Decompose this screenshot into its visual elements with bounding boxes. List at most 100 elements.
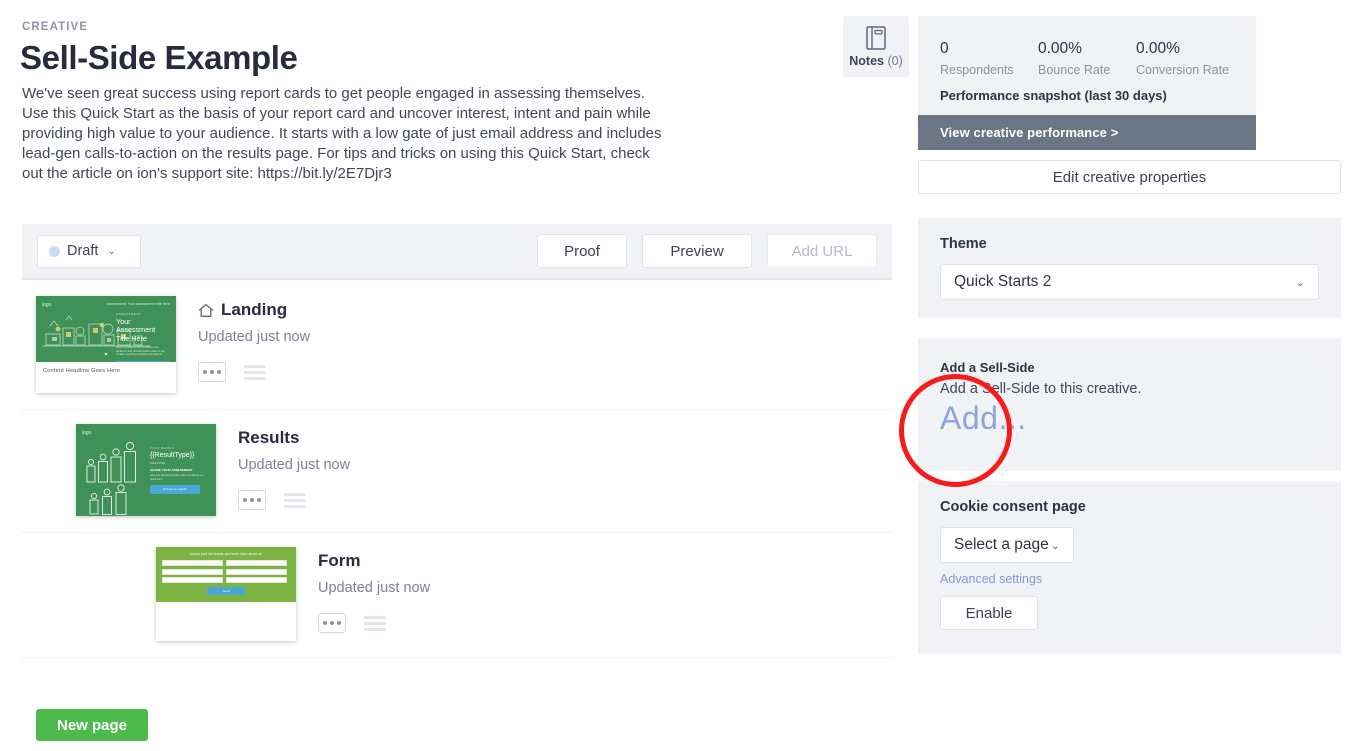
page-updated-text: Updated just now (238, 457, 350, 473)
page-options-button[interactable] (238, 490, 266, 510)
stat-label: Conversion Rate (1136, 63, 1234, 77)
performance-snapshot-card: 0 Respondents 0.00% Bounce Rate 0.00% Co… (918, 16, 1256, 150)
table-row[interactable]: Unlock your full results and learn more … (22, 533, 892, 658)
table-row[interactable]: logo (22, 410, 892, 533)
right-sidebar: Notes (0) 0 Respondents 0.00% Bounce Rat… (905, 0, 1349, 751)
cookie-consent-panel: Cookie consent page Select a page ⌄ Adva… (918, 481, 1341, 654)
theme-select[interactable]: Quick Starts 2 ⌄ (940, 264, 1319, 300)
chevron-down-icon: ⌄ (1296, 276, 1305, 289)
advanced-settings-link[interactable]: Advanced settings (918, 563, 1341, 586)
page-title-text: Landing (221, 300, 287, 320)
page-thumbnail-landing[interactable]: logo Assessment: Your assessment title h… (36, 296, 176, 393)
enable-button[interactable]: Enable (940, 596, 1038, 630)
page-title: Sell-Side Example (20, 38, 298, 78)
edit-creative-properties-button[interactable]: Edit creative properties (918, 160, 1341, 194)
notes-count: (0) (887, 54, 902, 68)
drag-handle-icon[interactable] (364, 616, 386, 631)
performance-stats: 0 Respondents 0.00% Bounce Rate 0.00% Co… (918, 16, 1256, 77)
home-icon (198, 303, 214, 318)
thumbnail-headline: Your Assessment Title Here (116, 318, 170, 343)
thumbnail-cta-button: Unlock my results (150, 485, 200, 493)
thumbnail-cta-button: Send (207, 587, 245, 595)
breadcrumb-creative: CREATIVE (22, 21, 88, 33)
thumbnail-hero: logo Assessment: Your assessment title h… (36, 296, 176, 362)
page-list: logo Assessment: Your assessment title h… (22, 282, 892, 658)
drag-handle-icon[interactable] (284, 493, 306, 508)
thumbnail-subhead: RESULTING (150, 462, 210, 465)
notes-button[interactable]: Notes (0) (843, 16, 909, 77)
preview-button[interactable]: Preview (642, 234, 752, 268)
page-thumbnail-form[interactable]: Unlock your full results and learn more … (156, 547, 296, 641)
new-page-button[interactable]: New page (36, 709, 148, 741)
cookie-selected-value: Select a page (954, 536, 1049, 554)
drag-handle-icon[interactable] (244, 365, 266, 380)
status-dropdown-draft[interactable]: Draft ⌄ (37, 235, 141, 268)
page-row-actions (318, 613, 430, 633)
status-label: Draft (67, 243, 98, 259)
page-title-text: Results (238, 428, 299, 448)
thumbnail-copy-block: YOUR RESULT {{ResultType}} RESULTING SHA… (150, 446, 210, 494)
stat-value: 0.00% (1038, 40, 1136, 58)
page-row-actions (238, 490, 350, 510)
thumbnail-body: Allow a phrase or two to attract your au… (116, 346, 170, 357)
stat-value: 0.00% (1136, 40, 1234, 58)
cookie-consent-heading: Cookie consent page (918, 481, 1341, 515)
page-row-title: Results (238, 428, 350, 448)
page-thumbnail-results[interactable]: logo (76, 424, 216, 516)
stat-value: 0 (940, 40, 1038, 58)
page-row-meta: Form Updated just now (296, 547, 430, 633)
thumbnail-form-fields (156, 556, 296, 583)
page-row-title: Landing (198, 300, 310, 320)
performance-snapshot-label: Performance snapshot (last 30 days) (918, 77, 1256, 115)
notes-text: Notes (849, 54, 884, 68)
thumbnail-footer: Content Headline Goes Here (36, 362, 176, 393)
add-url-button[interactable]: Add URL (767, 234, 877, 268)
thumbnail-copy-block: ASSESSMENT Your Assessment Title Here Al… (116, 312, 170, 362)
stat-respondents: 0 Respondents (940, 40, 1038, 77)
stat-label: Bounce Rate (1038, 63, 1136, 77)
creative-description: We've seen great success using report ca… (22, 84, 662, 184)
add-sell-side-link[interactable]: Add... (940, 400, 1027, 437)
thumbnail-kicker: YOUR RESULT (150, 446, 210, 450)
status-dot-icon (49, 246, 60, 257)
stat-label: Respondents (940, 63, 1038, 77)
page-row-title: Form (318, 551, 430, 571)
thumbnail-hero: Unlock your full results and learn more … (156, 547, 296, 602)
notebook-icon (865, 25, 887, 51)
thumbnail-body: Get your detailed results when you fill … (150, 474, 210, 481)
sell-side-description: Add a Sell-Side to this creative. (918, 375, 1341, 397)
view-creative-performance-link[interactable]: View creative performance > (918, 115, 1256, 150)
page-row-meta: Results Updated just now (216, 424, 350, 510)
new-page-wrapper: New page (36, 709, 148, 741)
theme-heading: Theme (918, 218, 1341, 252)
page-row-meta: Landing Updated just now (176, 296, 310, 382)
creative-toolbar: Draft ⌄ Proof Preview Add URL (22, 224, 892, 280)
table-row[interactable]: logo Assessment: Your assessment title h… (22, 282, 892, 410)
creative-editor-page: CREATIVE Sell-Side Example We've seen gr… (0, 0, 1349, 751)
page-updated-text: Updated just now (198, 329, 310, 345)
chevron-down-icon: ⌄ (1051, 539, 1060, 552)
page-row-actions (198, 362, 310, 382)
chevron-down-icon: ⌄ (107, 246, 115, 257)
thumbnail-label: SHARE YOUR ASSESSMENT (150, 468, 210, 472)
page-options-button[interactable] (198, 362, 226, 382)
sell-side-heading: Add a Sell-Side (918, 338, 1341, 375)
sell-side-panel: Add a Sell-Side Add a Sell-Side to this … (918, 338, 1341, 471)
proof-button[interactable]: Proof (537, 234, 627, 268)
thumbnail-cta-button: Start the assessment (116, 361, 170, 362)
stat-conversion-rate: 0.00% Conversion Rate (1136, 40, 1234, 77)
page-updated-text: Updated just now (318, 580, 430, 596)
thumbnail-headline: {{ResultType}} (150, 452, 210, 459)
theme-selected-value: Quick Starts 2 (954, 273, 1051, 291)
thumbnail-body-area (156, 602, 296, 641)
notes-label: Notes (0) (849, 54, 903, 68)
thumbnail-kicker: ASSESSMENT (116, 312, 170, 316)
theme-panel: Theme Quick Starts 2 ⌄ (918, 218, 1341, 318)
page-title-text: Form (318, 551, 361, 571)
thumbnail-headline: Unlock your full results and learn more … (156, 547, 296, 556)
stat-bounce-rate: 0.00% Bounce Rate (1038, 40, 1136, 77)
page-options-button[interactable] (318, 613, 346, 633)
left-column: CREATIVE Sell-Side Example We've seen gr… (0, 0, 905, 751)
cookie-page-select[interactable]: Select a page ⌄ (940, 527, 1074, 563)
thumbnail-hero: logo (76, 424, 216, 516)
